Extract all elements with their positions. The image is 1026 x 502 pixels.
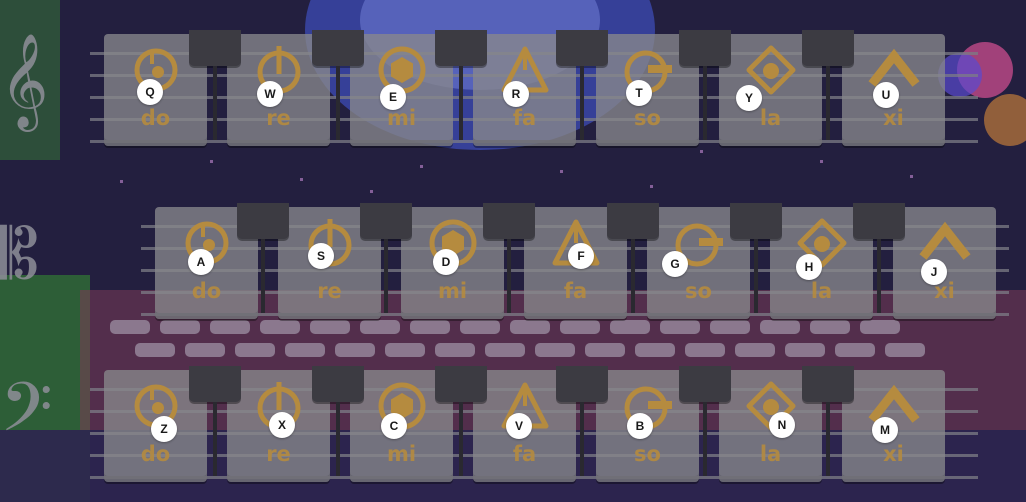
hotkey-badge: D	[433, 249, 459, 275]
hotkey-badge: H	[796, 254, 822, 280]
treble-clef-icon: 𝄞	[0, 33, 49, 128]
note-label: xi	[883, 442, 904, 466]
hotkey-badge: U	[873, 82, 899, 108]
note-label: so	[634, 442, 661, 466]
black-key[interactable]	[237, 203, 289, 313]
note-label: mi	[437, 279, 468, 303]
hotkey-badge: F	[568, 243, 594, 269]
black-key[interactable]	[556, 366, 608, 476]
staff-row-alto: 𝄡 do Are Smi Dfa Fso Gla Hxi J	[0, 203, 1009, 327]
hotkey-badge: Q	[137, 79, 163, 105]
note-label: do	[140, 106, 171, 130]
note-label: la	[759, 442, 782, 466]
black-key[interactable]	[802, 366, 854, 476]
note-label: fa	[563, 279, 588, 303]
black-key[interactable]	[853, 203, 905, 313]
hotkey-badge: M	[872, 417, 898, 443]
bass-clef-icon: 𝄢	[0, 369, 53, 464]
hotkey-badge: W	[257, 81, 283, 107]
hotkey-badge: Y	[736, 85, 762, 111]
black-key[interactable]	[189, 30, 241, 140]
hotkey-badge: V	[506, 413, 532, 439]
black-key[interactable]	[312, 366, 364, 476]
note-label: la	[810, 279, 833, 303]
black-key[interactable]	[556, 30, 608, 140]
note-label: la	[759, 106, 782, 130]
black-key[interactable]	[189, 366, 241, 476]
hotkey-badge: C	[381, 413, 407, 439]
hotkey-badge: T	[626, 80, 652, 106]
note-label: mi	[386, 442, 417, 466]
note-label: re	[266, 106, 291, 130]
hotkey-badge: Z	[151, 416, 177, 442]
hotkey-badge: J	[921, 259, 947, 285]
hotkey-badge: R	[503, 81, 529, 107]
note-label: fa	[512, 106, 537, 130]
alto-clef-icon: 𝄡	[0, 213, 40, 295]
hotkey-badge: X	[269, 412, 295, 438]
staff-row-bass: 𝄢 do Zre Xmi Cfa Vso Bla Nxi M	[0, 366, 978, 490]
staff-row-treble: 𝄞 do Qre Wmi Efa Rso Tla Yxi U	[0, 30, 978, 154]
black-key[interactable]	[435, 30, 487, 140]
black-key[interactable]	[679, 366, 731, 476]
note-key-xi[interactable]: xi J	[893, 207, 996, 319]
note-label: xi	[883, 106, 904, 130]
note-label: do	[140, 442, 171, 466]
note-key-xi[interactable]: xi M	[842, 370, 945, 482]
black-key[interactable]	[435, 366, 487, 476]
black-key[interactable]	[607, 203, 659, 313]
note-label: re	[266, 442, 291, 466]
hotkey-badge: S	[308, 243, 334, 269]
note-key-xi[interactable]: xi U	[842, 34, 945, 146]
hotkey-badge: A	[188, 249, 214, 275]
black-key[interactable]	[483, 203, 535, 313]
hotkey-badge: B	[627, 413, 653, 439]
hotkey-badge: G	[662, 251, 688, 277]
black-key[interactable]	[679, 30, 731, 140]
black-key[interactable]	[730, 203, 782, 313]
note-label: mi	[386, 106, 417, 130]
note-label: xi	[934, 279, 955, 303]
note-label: do	[191, 279, 222, 303]
note-label: so	[634, 106, 661, 130]
black-key[interactable]	[312, 30, 364, 140]
note-label: re	[317, 279, 342, 303]
note-label: so	[685, 279, 712, 303]
note-label: fa	[512, 442, 537, 466]
hotkey-badge: E	[380, 84, 406, 110]
black-key[interactable]	[802, 30, 854, 140]
black-key[interactable]	[360, 203, 412, 313]
hotkey-badge: N	[769, 412, 795, 438]
